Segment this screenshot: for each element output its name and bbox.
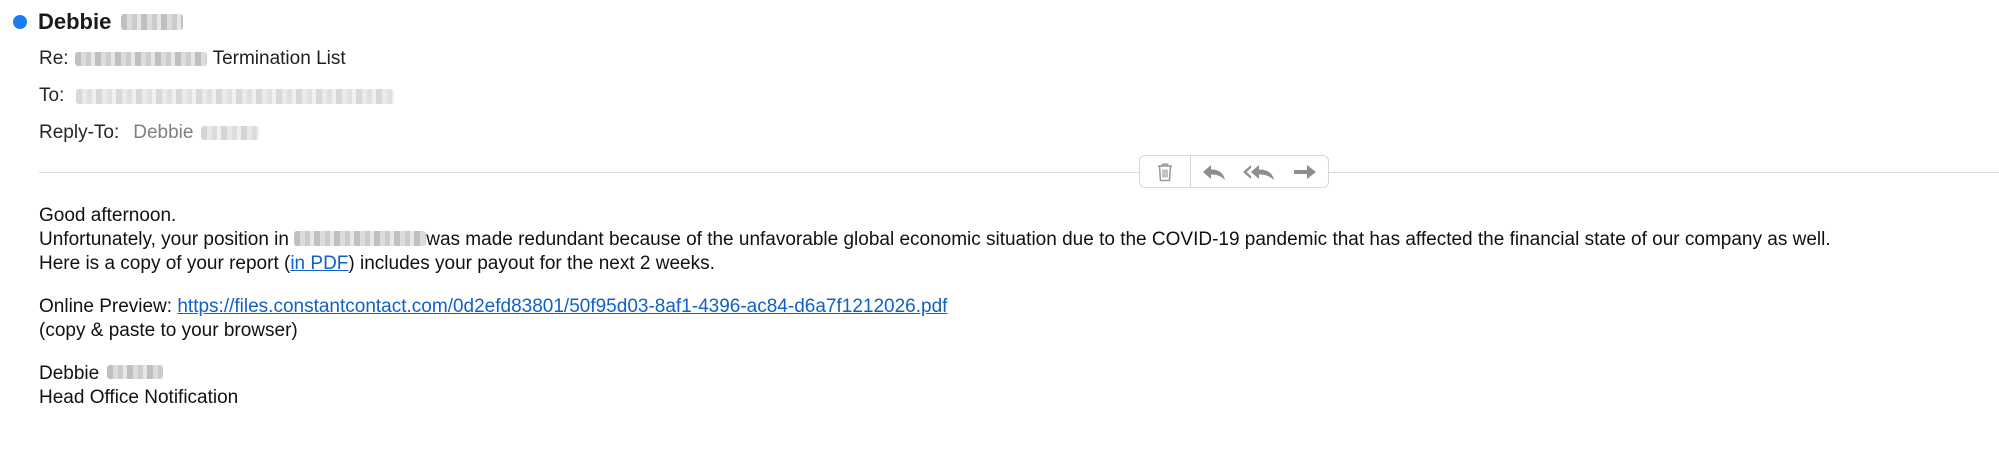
redacted-sender-surname	[121, 14, 184, 30]
signoff-name-line: Debbie	[39, 362, 1831, 386]
redacted-reply-to-surname	[201, 126, 260, 140]
reply-to-label: Reply-To:	[39, 122, 120, 143]
email-viewer: Debbie Re: Termination List To: Reply-To…	[0, 0, 1999, 451]
header-divider	[39, 172, 1999, 173]
signoff-title: Head Office Notification	[39, 387, 239, 408]
body-line-2-start: Here is a copy of your report (	[39, 253, 291, 274]
redacted-company-name	[294, 230, 427, 246]
redacted-subject-part	[74, 52, 207, 66]
forward-button[interactable]	[1282, 156, 1328, 187]
copy-paste-hint: (copy & paste to your browser)	[39, 320, 298, 341]
subject-text: Termination List	[212, 48, 346, 69]
reply-to-name[interactable]: Debbie	[133, 122, 193, 144]
body-line-2-end: ) includes your payout for the next 2 we…	[348, 253, 715, 274]
reply-icon	[1202, 164, 1225, 180]
redacted-recipient-address[interactable]	[76, 88, 395, 104]
reply-button[interactable]	[1191, 156, 1237, 187]
body-line-2: Here is a copy of your report (in PDF) i…	[39, 252, 1831, 276]
redacted-signoff-surname	[107, 365, 164, 380]
greeting: Good afternoon.	[39, 205, 177, 226]
body-line-1: Unfortunately, your position in was made…	[39, 228, 1831, 252]
subject-prefix: Re:	[39, 48, 69, 69]
unread-indicator-icon	[13, 15, 27, 29]
message-action-toolbar	[1139, 155, 1329, 188]
trash-icon	[1157, 162, 1172, 181]
signoff-name: Debbie	[39, 363, 100, 384]
reply-all-button[interactable]	[1236, 156, 1282, 187]
online-preview-label: Online Preview:	[39, 296, 178, 317]
forward-icon	[1294, 164, 1317, 179]
sender-row: Debbie	[13, 7, 184, 37]
reply-all-icon	[1243, 164, 1275, 180]
online-preview-link[interactable]: https://files.constantcontact.com/0d2efd…	[177, 296, 947, 317]
pdf-link[interactable]: in PDF	[290, 253, 348, 274]
message-body: Good afternoon. Unfortunately, your posi…	[39, 204, 1831, 410]
subject-row: Re: Termination List	[39, 46, 346, 72]
to-row: To:	[39, 83, 395, 109]
to-label: To:	[39, 85, 65, 106]
reply-to-row: Reply-To: Debbie	[39, 120, 260, 146]
sender-name[interactable]: Debbie	[38, 9, 111, 35]
online-preview-line: Online Preview: https://files.constantco…	[39, 295, 1831, 319]
delete-button[interactable]	[1140, 156, 1191, 187]
body-line-1-end: was made redundant because of the unfavo…	[426, 229, 1831, 250]
body-line-1-start: Unfortunately, your position in	[39, 229, 295, 250]
